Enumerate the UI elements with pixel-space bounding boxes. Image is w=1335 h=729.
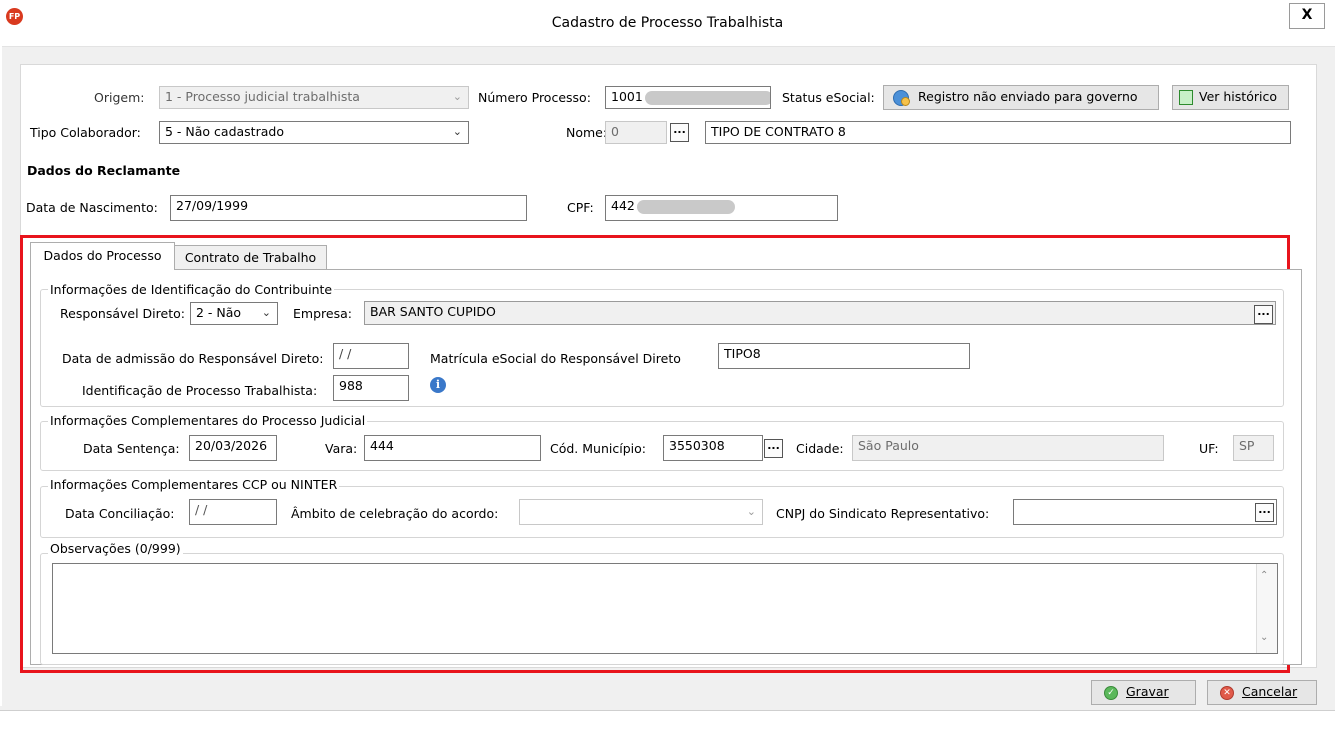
data-nascimento-label: Data de Nascimento: bbox=[26, 200, 158, 215]
cancelar-button[interactable]: ✕ Cancelar bbox=[1207, 680, 1317, 705]
cancel-icon: ✕ bbox=[1220, 686, 1234, 700]
check-icon: ✓ bbox=[1104, 686, 1118, 700]
ccp-group-title: Informações Complementares CCP ou NINTER bbox=[48, 477, 340, 493]
status-esocial-button-label: Registro não enviado para governo bbox=[918, 89, 1138, 104]
judicial-group-title: Informações Complementares do Processo J… bbox=[48, 413, 368, 429]
data-conciliacao-input[interactable]: / / bbox=[189, 499, 277, 525]
id-processo-value: 988 bbox=[339, 378, 363, 393]
globe-clock-icon bbox=[893, 90, 910, 106]
redaction-mask bbox=[644, 90, 770, 105]
uf-input[interactable]: SP bbox=[1233, 435, 1274, 461]
nome-code-value: 0 bbox=[611, 124, 619, 139]
data-sentenca-value: 20/03/2026 bbox=[195, 438, 268, 453]
cidade-value: São Paulo bbox=[858, 438, 919, 453]
observacoes-scrollbar[interactable]: ⌃ ⌄ bbox=[1256, 564, 1277, 653]
cidade-input[interactable]: São Paulo bbox=[852, 435, 1164, 461]
cod-municipio-value: 3550308 bbox=[669, 438, 725, 453]
gravar-label: Gravar bbox=[1126, 684, 1169, 699]
responsavel-direto-value: 2 - Não bbox=[196, 305, 242, 320]
observacoes-textarea[interactable]: ⌃ ⌄ bbox=[52, 563, 1278, 654]
tipo-colaborador-label: Tipo Colaborador: bbox=[30, 125, 141, 140]
ver-historico-button[interactable]: Ver histórico bbox=[1172, 85, 1289, 110]
nome-label: Nome: bbox=[566, 125, 608, 140]
cnpj-input[interactable] bbox=[1013, 499, 1277, 525]
tab-dados-do-processo[interactable]: Dados do Processo bbox=[30, 242, 175, 270]
data-admissao-value: / / bbox=[339, 346, 352, 361]
data-nascimento-value: 27/09/1999 bbox=[176, 198, 249, 213]
desktop-strip bbox=[0, 711, 1335, 729]
ver-historico-label: Ver histórico bbox=[1199, 89, 1277, 104]
nome-code-input[interactable]: 0 bbox=[605, 121, 667, 144]
chevron-down-icon: ⌄ bbox=[261, 306, 271, 319]
window-title: Cadastro de Processo Trabalhista bbox=[551, 15, 784, 31]
nome-input[interactable]: TIPO DE CONTRATO 8 bbox=[705, 121, 1291, 144]
observacoes-group-title: Observações (0/999) bbox=[48, 541, 183, 557]
nome-value: TIPO DE CONTRATO 8 bbox=[711, 124, 846, 139]
numero-processo-value: 1001 bbox=[611, 89, 643, 104]
nome-search-button[interactable]: ... bbox=[670, 123, 689, 142]
data-conciliacao-value: / / bbox=[195, 502, 208, 517]
data-sentenca-input[interactable]: 20/03/2026 bbox=[189, 435, 277, 461]
vara-value: 444 bbox=[370, 438, 394, 453]
matricula-value: TIPO8 bbox=[724, 346, 761, 361]
origem-select-value: 1 - Processo judicial trabalhista bbox=[165, 89, 360, 104]
chevron-down-icon: ⌄ bbox=[746, 505, 756, 518]
info-icon[interactable]: i bbox=[430, 377, 446, 393]
cidade-label: Cidade: bbox=[796, 441, 844, 456]
uf-value: SP bbox=[1239, 438, 1255, 453]
tab-label: Dados do Processo bbox=[43, 248, 162, 263]
tipo-colaborador-select[interactable]: 5 - Não cadastrado ⌄ bbox=[159, 121, 469, 144]
scroll-down-icon[interactable]: ⌄ bbox=[1260, 632, 1268, 643]
numero-processo-label: Número Processo: bbox=[478, 90, 591, 105]
title-bar: FP Cadastro de Processo Trabalhista X bbox=[0, 0, 1335, 47]
origem-label: Origem: bbox=[94, 90, 145, 105]
cpf-value: 442 bbox=[611, 198, 635, 213]
data-admissao-input[interactable]: / / bbox=[333, 343, 409, 369]
cod-municipio-label: Cód. Município: bbox=[550, 441, 646, 456]
vara-label: Vara: bbox=[325, 441, 358, 456]
municipio-search-button[interactable]: ... bbox=[764, 439, 783, 458]
tipo-colaborador-value: 5 - Não cadastrado bbox=[165, 124, 284, 139]
empresa-input[interactable]: BAR SANTO CUPIDO bbox=[364, 301, 1276, 325]
cod-municipio-input[interactable]: 3550308 bbox=[663, 435, 763, 461]
cnpj-search-button[interactable]: ... bbox=[1255, 503, 1274, 522]
data-conciliacao-label: Data Conciliação: bbox=[65, 506, 175, 521]
cpf-label: CPF: bbox=[567, 200, 594, 215]
chevron-down-icon: ⌄ bbox=[452, 125, 462, 138]
cpf-input[interactable]: 442 bbox=[605, 195, 838, 221]
matricula-input[interactable]: TIPO8 bbox=[718, 343, 970, 369]
window-edge bbox=[0, 46, 2, 706]
chevron-down-icon: ⌄ bbox=[452, 90, 462, 103]
redaction-mask bbox=[636, 199, 735, 214]
ambito-select[interactable]: ⌄ bbox=[519, 499, 763, 525]
responsavel-direto-select[interactable]: 2 - Não ⌄ bbox=[190, 302, 278, 325]
uf-label: UF: bbox=[1199, 441, 1219, 456]
cancelar-label: Cancelar bbox=[1242, 684, 1298, 699]
ambito-label: Âmbito de celebração do acordo: bbox=[291, 506, 499, 521]
id-processo-label: Identificação de Processo Trabalhista: bbox=[82, 383, 318, 398]
reclamante-section-title: Dados do Reclamante bbox=[27, 163, 181, 178]
matricula-label: Matrícula eSocial do Responsável Direto bbox=[430, 351, 681, 366]
data-sentenca-label: Data Sentença: bbox=[83, 441, 180, 456]
data-nascimento-input[interactable]: 27/09/1999 bbox=[170, 195, 527, 221]
gravar-button[interactable]: ✓ Gravar bbox=[1091, 680, 1196, 705]
empresa-search-button[interactable]: ... bbox=[1254, 305, 1273, 324]
id-processo-input[interactable]: 988 bbox=[333, 375, 409, 401]
status-esocial-label: Status eSocial: bbox=[782, 90, 875, 105]
data-admissao-label: Data de admissão do Responsável Direto: bbox=[62, 351, 324, 366]
scroll-up-icon[interactable]: ⌃ bbox=[1260, 570, 1268, 581]
identificacao-group-title: Informações de Identificação do Contribu… bbox=[48, 282, 335, 298]
numero-processo-input[interactable]: 1001 bbox=[605, 86, 771, 109]
empresa-value: BAR SANTO CUPIDO bbox=[370, 304, 496, 319]
empresa-label: Empresa: bbox=[293, 306, 352, 321]
close-button[interactable]: X bbox=[1289, 3, 1325, 29]
origem-select[interactable]: 1 - Processo judicial trabalhista ⌄ bbox=[159, 86, 469, 109]
cnpj-label: CNPJ do Sindicato Representativo: bbox=[776, 506, 990, 521]
status-esocial-button[interactable]: Registro não enviado para governo bbox=[883, 85, 1159, 110]
vara-input[interactable]: 444 bbox=[364, 435, 541, 461]
tab-contrato-de-trabalho[interactable]: Contrato de Trabalho bbox=[174, 245, 327, 269]
tab-label: Contrato de Trabalho bbox=[184, 250, 317, 265]
responsavel-direto-label: Responsável Direto: bbox=[60, 306, 185, 321]
history-icon bbox=[1179, 90, 1193, 105]
